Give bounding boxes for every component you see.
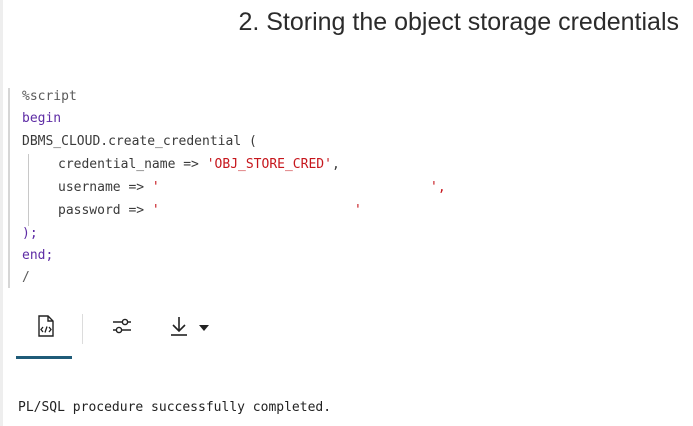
code-line-close-paren: ); [22,226,38,241]
output-toolbar [16,306,316,362]
username-open-quote: ' [151,180,160,195]
param-username: username => [58,180,145,195]
code-output-tab[interactable] [30,306,62,350]
caret-down-icon [199,319,209,337]
value-credential-name: 'OBJ_STORE_CRED' [206,157,332,172]
code-line-password: password => ' [58,202,160,220]
code-line-begin: begin [22,111,62,126]
settings-sliders-icon [110,314,134,343]
settings-button[interactable] [106,306,138,350]
code-line-end: end; [22,248,54,263]
call-text: DBMS_CLOUD.create_credential ( [22,134,257,149]
username-close: ', [430,180,446,195]
code-line-username: username => ' [58,179,160,197]
page-heading: 2. Storing the object storage credential… [238,8,679,36]
code-line-script: %script [22,89,77,104]
comma: , [331,157,340,172]
active-tab-indicator [16,356,72,359]
left-edge-border [0,0,3,426]
password-close-quote: ' [354,203,362,218]
toolbar-separator [82,314,83,344]
code-output-icon [35,314,57,343]
indent-guide [28,154,29,226]
code-block[interactable]: %script begin DBMS_CLOUD.create_credenti… [8,88,570,288]
download-button[interactable] [160,306,216,350]
password-open-quote: ' [151,203,160,218]
code-line-credential-name: credential_name => 'OBJ_STORE_CRED', [58,156,340,174]
download-icon [167,314,191,343]
code-line-call: DBMS_CLOUD.create_credential ( [22,133,257,151]
result-message: PL/SQL procedure successfully completed. [18,400,332,415]
code-line-slash: / [22,270,30,285]
param-password: password => [58,203,145,218]
param-credential-name: credential_name => [58,157,199,172]
